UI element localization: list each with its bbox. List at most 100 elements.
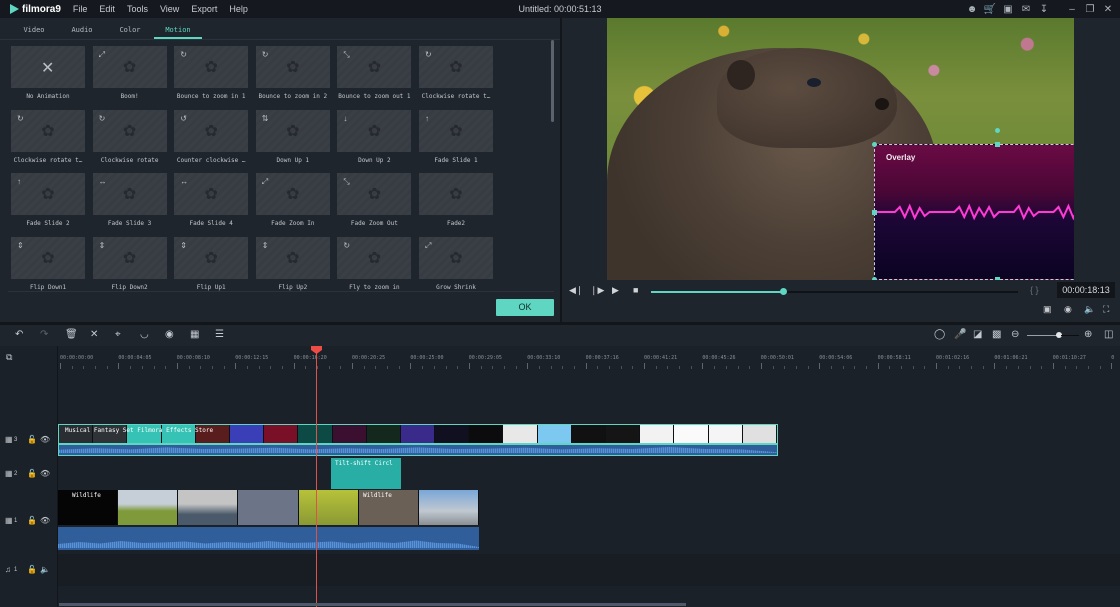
motion-item[interactable]: ✿ ⤢ Boom! (92, 46, 167, 100)
timeline-horizontal-scrollbar[interactable] (59, 603, 686, 606)
ruler-minor-tick (328, 366, 330, 369)
fullscreen-icon[interactable]: ⛶ (1103, 304, 1109, 315)
motion-item[interactable]: ✕ No Animation (11, 46, 85, 100)
motion-item[interactable]: ✿ ⇕ Flip Down2 (92, 236, 167, 291)
progress-knob[interactable] (780, 288, 788, 295)
motion-item[interactable]: ✿ Fade2 (419, 173, 493, 227)
motion-item[interactable]: ✿ ↓ Down Up 2 (337, 109, 412, 164)
marker-icon[interactable]: ◯ (934, 329, 945, 340)
motion-item[interactable]: ✿ ↺ Counter clockwise … (174, 109, 249, 164)
motion-label: Fade Zoom In (271, 220, 315, 227)
download-icon[interactable]: ↧ (1036, 4, 1052, 15)
mark-in-out-brackets[interactable]: { } (1030, 285, 1039, 295)
tab-motion[interactable]: Motion (154, 26, 202, 39)
motion-item[interactable]: ✿ ↻ Clockwise rotate (92, 109, 167, 164)
ok-button[interactable]: OK (496, 299, 554, 316)
undo-icon[interactable]: ↶ (15, 329, 23, 340)
delete-icon[interactable]: 🗑 (65, 329, 78, 340)
timeline-ruler[interactable]: ⧉ 00:00:00:00 00:00:04:05 00:00:08:10 00:00… (0, 346, 1120, 370)
voiceover-mic-icon[interactable]: 🎤 (954, 329, 966, 340)
tab-audio[interactable]: Audio (58, 26, 106, 39)
redo-icon[interactable]: ↷ (40, 329, 48, 340)
menu-view[interactable]: View (160, 4, 179, 14)
green-screen-icon[interactable]: ▦ (190, 329, 199, 340)
effects-clip[interactable]: Musical Fantasy Set Filmora Effects Stor… (58, 424, 778, 444)
motion-item[interactable]: ✿ ↻ Fly to zoom in (337, 236, 412, 291)
playhead-line[interactable] (316, 346, 317, 607)
tilt-shift-clip[interactable]: Tilt-shift Circl (331, 458, 401, 489)
audio-mixer-icon[interactable]: ☰ (215, 329, 224, 340)
menu-help[interactable]: Help (229, 4, 248, 14)
wildlife-clip[interactable]: Wildlife Wildlife (58, 490, 479, 525)
overlay-clip-box[interactable]: Overlay (872, 128, 1074, 280)
panel-layout-icon[interactable]: ◫ (1104, 329, 1113, 340)
resize-handle-top-left[interactable] (872, 142, 877, 147)
split-screen-icon[interactable]: ◪ (973, 329, 982, 340)
motion-item[interactable]: ✿ ↻ Bounce to zoom in 2 (255, 46, 330, 100)
motion-item[interactable]: ✿ ↑ Fade Slide 2 (11, 173, 85, 227)
snapshot-camera-icon[interactable]: ◉ (1064, 304, 1072, 315)
menu-export[interactable]: Export (191, 4, 217, 14)
motion-thumbnail: ✿ ↑ (11, 173, 85, 215)
color-icon[interactable]: ◉ (165, 329, 174, 340)
ruler-time-label: 00:00:29:05 (468, 355, 502, 361)
mail-icon[interactable]: ✉ (1018, 4, 1034, 15)
stop-icon[interactable]: ■ (633, 285, 638, 295)
wildlife-clip-audio[interactable] (58, 527, 479, 550)
volume-icon[interactable]: 🔈 (1084, 304, 1095, 315)
lock-icon[interactable]: 🔓 (27, 469, 37, 478)
motion-item[interactable]: ✿ ↻ Clockwise rotate t… (419, 46, 493, 100)
close-icon[interactable]: ✕ (1100, 4, 1116, 15)
panel-scrollbar[interactable] (551, 40, 554, 122)
timeline-zoom-slider[interactable] (1027, 332, 1079, 338)
lock-icon[interactable]: 🔓 (27, 565, 37, 574)
zoom-in-icon[interactable]: ⊕ (1084, 329, 1092, 340)
ruler-minor-tick (433, 366, 435, 369)
menu-edit[interactable]: Edit (99, 4, 115, 14)
motion-item[interactable]: ✿ ⇕ Flip Up1 (174, 236, 249, 291)
motion-item[interactable]: ✿ ↻ Clockwise rotate t… (11, 109, 85, 164)
save-icon[interactable]: ▣ (1000, 4, 1016, 15)
minimize-icon[interactable]: – (1064, 4, 1080, 15)
restore-icon[interactable]: ❐ (1082, 4, 1098, 15)
menu-file[interactable]: File (73, 4, 88, 14)
tab-video[interactable]: Video (10, 26, 58, 39)
motion-item[interactable]: ✿ ⤡ Fade Zoom Out (337, 173, 412, 227)
tab-color[interactable]: Color (106, 26, 154, 39)
motion-item[interactable]: ✿ ↔ Fade Slide 3 (92, 173, 167, 227)
eye-icon[interactable]: 👁 (40, 435, 50, 444)
skip-back-icon[interactable]: ◀❘ (569, 285, 583, 296)
lock-icon[interactable]: 🔓 (27, 516, 37, 525)
motion-item[interactable]: ✿ ⤡ Bounce to zoom out 1 (337, 46, 412, 100)
eye-icon[interactable]: 👁 (40, 516, 50, 525)
fit-timeline-icon[interactable]: ▩ (992, 329, 1001, 340)
motion-item[interactable]: ✿ ⤢ Fade Zoom In (255, 173, 330, 227)
motion-item[interactable]: ✿ ↔ Fade Slide 4 (174, 173, 249, 227)
motion-item[interactable]: ✿ ⇕ Flip Up2 (255, 236, 330, 291)
resize-handle-top[interactable] (995, 142, 1000, 147)
zoom-out-icon[interactable]: ⊖ (1011, 329, 1019, 340)
speaker-icon[interactable]: 🔈 (40, 565, 50, 574)
cart-icon[interactable]: 🛒 (982, 4, 998, 15)
cut-icon[interactable]: ✕ (90, 329, 98, 340)
eye-icon[interactable]: 👁 (40, 469, 50, 478)
preview-video[interactable]: Overlay (607, 18, 1074, 280)
menu-tools[interactable]: Tools (127, 4, 148, 14)
speed-icon[interactable]: ◡ (140, 329, 149, 340)
play-icon[interactable]: ▶ (612, 285, 619, 296)
resize-handle-left[interactable] (872, 210, 877, 215)
step-forward-icon[interactable]: ❘▶ (590, 285, 604, 296)
render-preview-icon[interactable]: ▣ (1043, 304, 1052, 315)
playback-progress-slider[interactable] (651, 288, 1018, 295)
motion-item[interactable]: ✿ ↑ Fade Slide 1 (419, 109, 493, 164)
flower-icon: ✿ (449, 122, 463, 140)
motion-item[interactable]: ✿ ⤢ Grow Shrink (419, 236, 493, 291)
crop-icon[interactable]: ⌖ (115, 329, 121, 340)
rotate-handle[interactable] (995, 128, 1000, 133)
account-icon[interactable]: ☻ (964, 4, 980, 15)
motion-item[interactable]: ✿ ⇕ Flip Down1 (11, 236, 85, 291)
motion-item[interactable]: ✿ ↻ Bounce to zoom in 1 (174, 46, 249, 100)
effects-clip-audio[interactable] (58, 444, 778, 456)
lock-icon[interactable]: 🔓 (27, 435, 37, 444)
motion-item[interactable]: ✿ ⇅ Down Up 1 (255, 109, 330, 164)
